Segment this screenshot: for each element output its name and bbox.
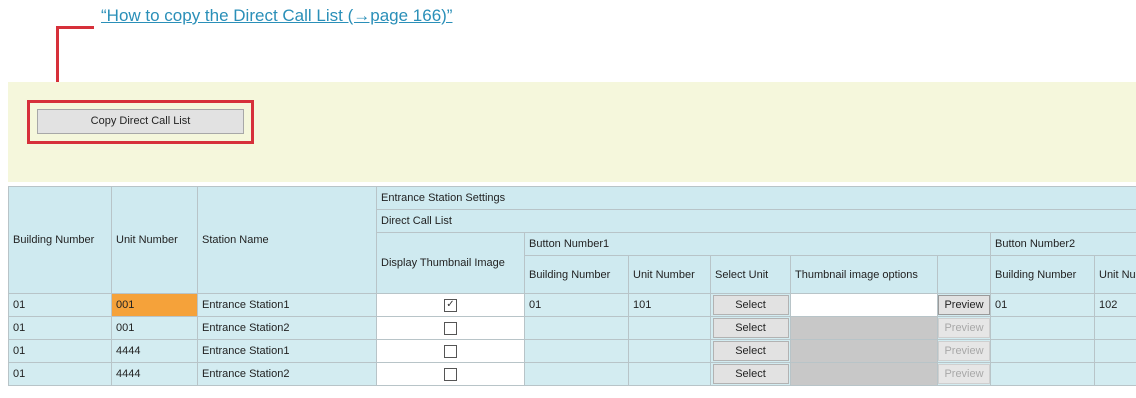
preview-button: Preview xyxy=(938,318,990,338)
header-bn2-building-number: Building Number xyxy=(990,255,1095,294)
thumbnail-option-cell[interactable] xyxy=(790,316,938,340)
bn2-building-number-cell[interactable] xyxy=(990,339,1095,363)
unit-number-cell[interactable]: 4444 xyxy=(111,339,198,363)
header-preview-column xyxy=(937,255,991,294)
select-unit-cell: Select xyxy=(710,316,791,340)
preview-cell: Preview xyxy=(937,293,991,317)
select-unit-cell: Select xyxy=(710,362,791,386)
header-station-name: Station Name xyxy=(197,186,377,294)
preview-button: Preview xyxy=(938,341,990,361)
preview-button: Preview xyxy=(938,364,990,384)
preview-cell: Preview xyxy=(937,339,991,363)
bn2-unit-number-cell[interactable] xyxy=(1093,339,1136,363)
select-unit-button[interactable]: Select xyxy=(712,364,789,384)
checkbox-checked-icon[interactable]: ✓ xyxy=(444,298,457,312)
table-row: 01 4444 Entrance Station1 Select Preview xyxy=(8,339,1136,363)
bn2-unit-number-cell[interactable] xyxy=(1093,362,1136,386)
select-unit-cell: Select xyxy=(710,293,791,317)
header-button-number1: Button Number1 xyxy=(524,232,991,256)
header-bn2-unit-number: Unit Number xyxy=(1093,255,1136,294)
table-row: 01 001 Entrance Station2 Select Preview xyxy=(8,316,1136,340)
table-row: 01 001 Entrance Station1 ✓ 01 101 Select Previe… xyxy=(8,293,1136,317)
table-row: 01 4444 Entrance Station2 Select Preview xyxy=(8,362,1136,386)
header-display-thumbnail-image: Display Thumbnail Image xyxy=(376,232,525,294)
unit-number-cell[interactable]: 4444 xyxy=(111,362,198,386)
direct-call-grid: Building Number Unit Number Station Name… xyxy=(8,186,1136,398)
bn1-unit-number-cell[interactable]: 101 xyxy=(628,293,711,317)
building-number-cell[interactable]: 01 xyxy=(8,293,112,317)
bn1-building-number-cell[interactable] xyxy=(524,316,629,340)
bn1-building-number-cell[interactable] xyxy=(524,362,629,386)
building-number-cell[interactable]: 01 xyxy=(8,316,112,340)
checkbox-icon[interactable] xyxy=(444,367,457,381)
bn1-building-number-cell[interactable]: 01 xyxy=(524,293,629,317)
bn2-building-number-cell[interactable] xyxy=(990,362,1095,386)
select-unit-button[interactable]: Select xyxy=(712,341,789,361)
copy-direct-call-list-button[interactable]: Copy Direct Call List xyxy=(37,109,244,134)
station-name-cell[interactable]: Entrance Station2 xyxy=(197,362,377,386)
settings-table: Building Number Unit Number Station Name… xyxy=(8,186,1136,386)
bn2-building-number-cell[interactable] xyxy=(990,316,1095,340)
thumbnail-checkbox-cell[interactable] xyxy=(376,339,525,363)
unit-number-cell[interactable]: 001 xyxy=(111,316,198,340)
select-unit-button[interactable]: Select xyxy=(712,295,789,315)
bn1-unit-number-cell[interactable] xyxy=(628,362,711,386)
header-bn1-unit-number: Unit Number xyxy=(628,255,711,294)
station-name-cell[interactable]: Entrance Station1 xyxy=(197,339,377,363)
header-thumbnail-image-options: Thumbnail image options xyxy=(790,255,938,294)
select-unit-button[interactable]: Select xyxy=(712,318,789,338)
header-button-number2: Button Number2 xyxy=(989,232,1136,256)
header-unit-number: Unit Number xyxy=(111,186,198,294)
checkbox-icon[interactable] xyxy=(444,344,457,358)
station-name-cell[interactable]: Entrance Station2 xyxy=(197,316,377,340)
thumbnail-checkbox-cell[interactable] xyxy=(376,362,525,386)
header-direct-call-list: Direct Call List xyxy=(375,209,1136,233)
bn1-unit-number-cell[interactable] xyxy=(628,339,711,363)
building-number-cell[interactable]: 01 xyxy=(8,339,112,363)
thumbnail-option-cell[interactable] xyxy=(790,362,938,386)
bn2-unit-number-cell[interactable]: 102 xyxy=(1093,293,1136,317)
preview-cell: Preview xyxy=(937,362,991,386)
station-name-cell[interactable]: Entrance Station1 xyxy=(197,293,377,317)
select-unit-cell: Select xyxy=(710,339,791,363)
header-building-number: Building Number xyxy=(8,186,112,294)
header-bn1-building-number: Building Number xyxy=(524,255,629,294)
header-entrance-station-settings: Entrance Station Settings xyxy=(375,186,1136,210)
how-to-copy-link[interactable]: “How to copy the Direct Call List (→page… xyxy=(101,6,452,26)
callout-leader-line xyxy=(58,26,94,29)
thumbnail-checkbox-cell[interactable] xyxy=(376,316,525,340)
header-select-unit: Select Unit xyxy=(710,255,791,294)
building-number-cell[interactable]: 01 xyxy=(8,362,112,386)
preview-button[interactable]: Preview xyxy=(938,295,990,315)
table-body: 01 001 Entrance Station1 ✓ 01 101 Select Previe… xyxy=(8,293,1136,386)
checkbox-icon[interactable] xyxy=(444,321,457,335)
unit-number-cell[interactable]: 001 xyxy=(111,293,198,317)
copy-button-highlight: Copy Direct Call List xyxy=(27,100,254,144)
bn1-unit-number-cell[interactable] xyxy=(628,316,711,340)
preview-cell: Preview xyxy=(937,316,991,340)
thumbnail-option-cell[interactable] xyxy=(790,339,938,363)
bn1-building-number-cell[interactable] xyxy=(524,339,629,363)
bn2-building-number-cell[interactable]: 01 xyxy=(990,293,1095,317)
thumbnail-option-cell[interactable] xyxy=(790,293,938,317)
bn2-unit-number-cell[interactable] xyxy=(1093,316,1136,340)
thumbnail-checkbox-cell[interactable]: ✓ xyxy=(376,293,525,317)
